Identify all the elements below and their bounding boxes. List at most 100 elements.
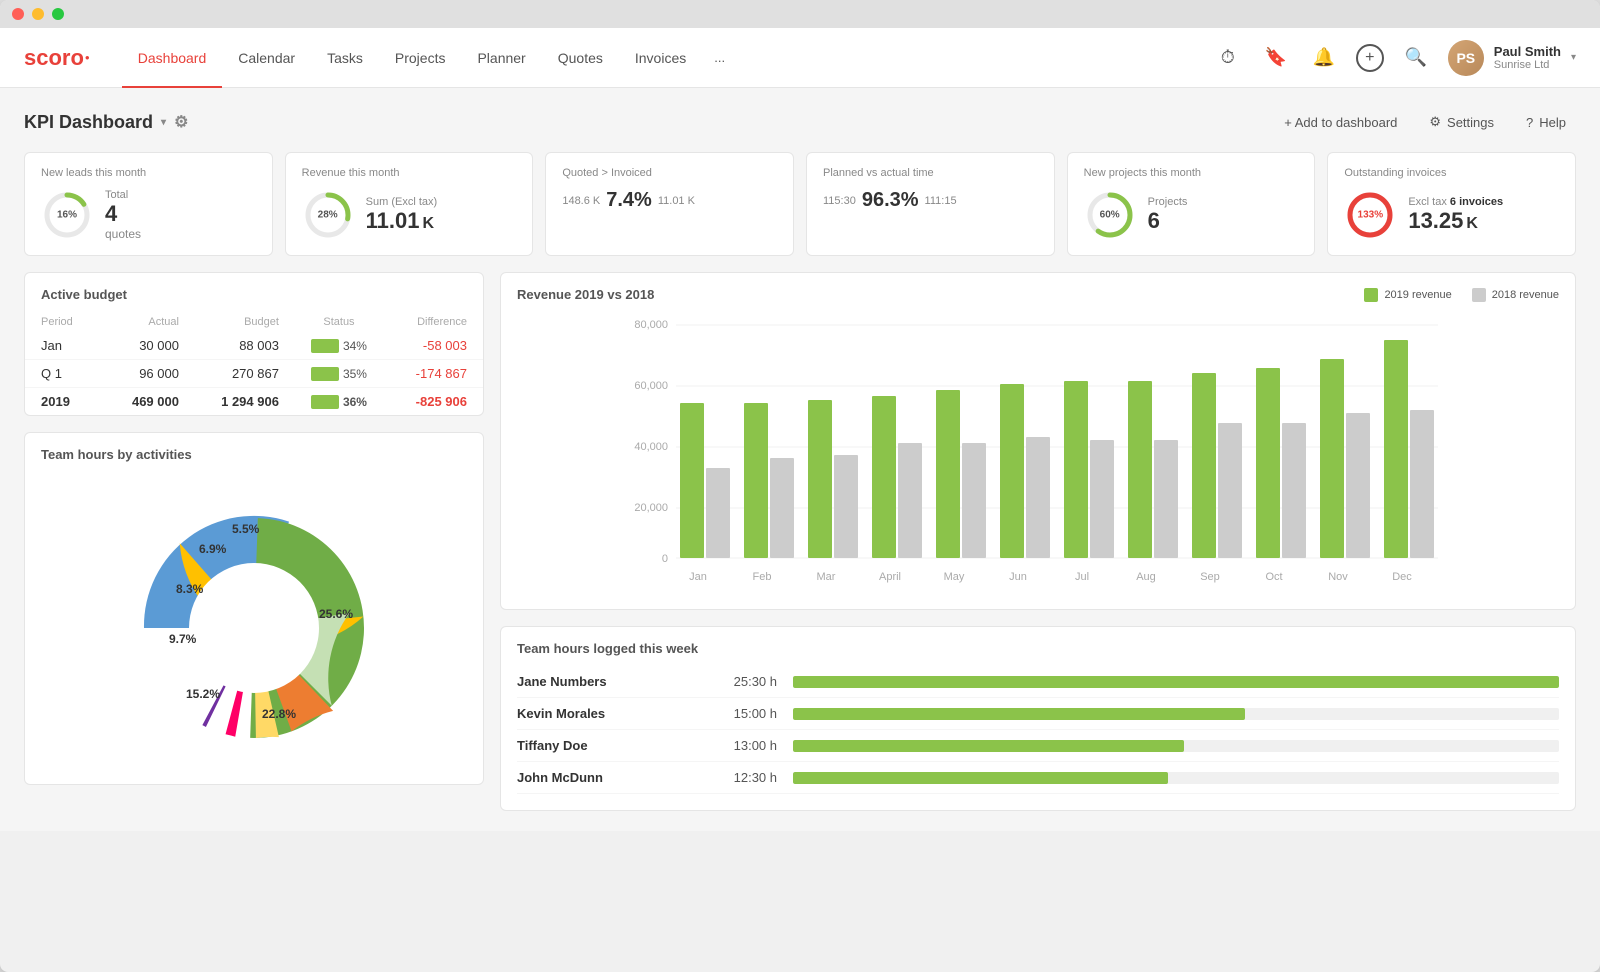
budget-period-1: Q 1: [25, 360, 105, 388]
svg-text:April: April: [879, 571, 901, 583]
nav-quotes[interactable]: Quotes: [542, 28, 619, 88]
col-header-period: Period: [25, 312, 105, 332]
hours-value-1: 15:00 h: [697, 706, 777, 721]
revenue-bar-chart: 80,000 60,000 40,000 20,000 0: [517, 310, 1559, 590]
add-icon[interactable]: +: [1356, 44, 1384, 72]
legend-label-2019: 2019 revenue: [1384, 289, 1451, 301]
col-header-status: Status: [295, 312, 383, 332]
kpi-np-value: 6: [1148, 208, 1299, 234]
nav-invoices[interactable]: Invoices: [619, 28, 702, 88]
navbar: scoro● Dashboard Calendar Tasks Projects…: [0, 28, 1600, 88]
hours-value-3: 12:30 h: [697, 770, 777, 785]
hours-row-1: Kevin Morales 15:00 h: [517, 698, 1559, 730]
right-col: Revenue 2019 vs 2018 2019 revenue 2018 r…: [500, 272, 1576, 811]
budget-budget-2: 1 294 906: [195, 388, 295, 416]
team-hours-week-title: Team hours logged this week: [501, 627, 1575, 666]
kpi-pa-label: Planned vs actual time: [823, 167, 1038, 179]
hours-name-3: John McDunn: [517, 770, 697, 785]
kpi-planned-actual: Planned vs actual time 115:30 96.3% 111:…: [806, 152, 1055, 256]
budget-row-2: 2019 469 000 1 294 906 36% -825 906: [25, 388, 483, 416]
budget-actual-2: 469 000: [105, 388, 195, 416]
hours-table: Jane Numbers 25:30 h Kevin Morales 15:00…: [501, 666, 1575, 810]
kpi-revenue-value: 11.01: [366, 208, 420, 234]
dashboard-dropdown-arrow[interactable]: ▾: [161, 117, 166, 128]
status-bar-2: [311, 395, 339, 409]
nav-projects[interactable]: Projects: [379, 28, 462, 88]
nav-actions: ⏱ 🔖 🔔 + 🔍 PS Paul Smith Sunrise Ltd ▾: [1212, 40, 1576, 76]
add-to-dashboard-btn[interactable]: + Add to dashboard: [1274, 109, 1407, 136]
budget-diff-0: -58 003: [383, 332, 483, 360]
left-col: Active budget Period Actual Budget Statu…: [24, 272, 484, 811]
help-btn[interactable]: ? Help: [1516, 109, 1576, 136]
kpi-qi-left: 148.6 K: [562, 195, 600, 207]
main-grid: Active budget Period Actual Budget Statu…: [24, 272, 1576, 811]
nav-planner[interactable]: Planner: [461, 28, 541, 88]
timer-icon[interactable]: ⏱: [1212, 42, 1244, 74]
svg-text:Nov: Nov: [1328, 571, 1348, 583]
hours-value-0: 25:30 h: [697, 674, 777, 689]
nav-tasks[interactable]: Tasks: [311, 28, 379, 88]
logo-text: scoro: [24, 45, 84, 71]
notification-icon[interactable]: 🔔: [1308, 42, 1340, 74]
budget-status-0: 34%: [295, 332, 383, 360]
kpi-qi-right: 11.01 K: [658, 195, 695, 207]
chart-legend: 2019 revenue 2018 revenue: [1364, 288, 1559, 302]
svg-text:0: 0: [662, 553, 668, 565]
budget-budget-0: 88 003: [195, 332, 295, 360]
kpi-revenue-pct: 28%: [318, 210, 338, 221]
svg-text:40,000: 40,000: [634, 441, 668, 453]
legend-label-2018: 2018 revenue: [1492, 289, 1559, 301]
settings-btn[interactable]: ⚙ Settings: [1419, 108, 1504, 136]
minimize-btn[interactable]: [32, 8, 44, 20]
team-hours-week-card: Team hours logged this week Jane Numbers…: [500, 626, 1576, 811]
kpi-new-leads-unit: quotes: [105, 227, 256, 241]
kpi-new-leads-value: 4: [105, 201, 256, 227]
active-budget-title: Active budget: [25, 273, 483, 312]
nav-dashboard[interactable]: Dashboard: [122, 28, 223, 88]
kpi-oi-label: Outstanding invoices: [1344, 167, 1559, 179]
kpi-np-label: New projects this month: [1084, 167, 1299, 179]
maximize-btn[interactable]: [52, 8, 64, 20]
hours-bar-wrap-1: [793, 708, 1559, 720]
hours-name-0: Jane Numbers: [517, 674, 697, 689]
budget-row-1: Q 1 96 000 270 867 35% -174 867: [25, 360, 483, 388]
svg-text:Dec: Dec: [1392, 571, 1412, 583]
kpi-pa-right: 111:15: [925, 195, 957, 207]
search-icon[interactable]: 🔍: [1400, 42, 1432, 74]
nav-items: Dashboard Calendar Tasks Projects Planne…: [122, 28, 1212, 88]
kpi-new-leads-circle: 16%: [41, 189, 93, 241]
user-text: Paul Smith Sunrise Ltd: [1494, 44, 1561, 71]
close-btn[interactable]: [12, 8, 24, 20]
kpi-revenue-sub: Sum (Excl tax): [366, 196, 517, 208]
nav-calendar[interactable]: Calendar: [222, 28, 311, 88]
filter-icon[interactable]: ⚙: [174, 112, 188, 132]
kpi-qi-label: Quoted > Invoiced: [562, 167, 777, 179]
dashboard-actions: + Add to dashboard ⚙ Settings ? Help: [1274, 108, 1576, 136]
hours-row-0: Jane Numbers 25:30 h: [517, 666, 1559, 698]
svg-text:Sep: Sep: [1200, 571, 1220, 583]
user-company: Sunrise Ltd: [1494, 59, 1561, 71]
kpi-new-leads-label: New leads this month: [41, 167, 256, 179]
svg-text:Feb: Feb: [753, 571, 772, 583]
bookmark-icon[interactable]: 🔖: [1260, 42, 1292, 74]
donut-chart-wrap: 25.6% 22.8% 15.2% 9.7% 8.3% 6.9% 5.5%: [25, 472, 483, 784]
budget-row-0: Jan 30 000 88 003 34% -58 003: [25, 332, 483, 360]
legend-box-2018: [1472, 288, 1486, 302]
svg-text:6.9%: 6.9%: [199, 542, 227, 556]
kpi-revenue: Revenue this month 28% Sum (Excl tax) 11…: [285, 152, 534, 256]
donut-chart: 25.6% 22.8% 15.2% 9.7% 8.3% 6.9% 5.5%: [114, 488, 394, 768]
hours-bar-wrap-3: [793, 772, 1559, 784]
nav-more[interactable]: ...: [702, 28, 737, 88]
revenue-chart-card: Revenue 2019 vs 2018 2019 revenue 2018 r…: [500, 272, 1576, 610]
hours-bar-wrap-0: [793, 676, 1559, 688]
svg-text:Oct: Oct: [1265, 571, 1282, 583]
team-hours-activities-title: Team hours by activities: [25, 433, 483, 472]
kpi-revenue-circle: 28%: [302, 189, 354, 241]
user-menu[interactable]: PS Paul Smith Sunrise Ltd ▾: [1448, 40, 1576, 76]
budget-period-2: 2019: [25, 388, 105, 416]
dashboard-title-text: KPI Dashboard: [24, 112, 153, 133]
legend-2019: 2019 revenue: [1364, 288, 1451, 302]
logo[interactable]: scoro●: [24, 45, 90, 71]
window-titlebar: [0, 0, 1600, 28]
col-header-budget: Budget: [195, 312, 295, 332]
